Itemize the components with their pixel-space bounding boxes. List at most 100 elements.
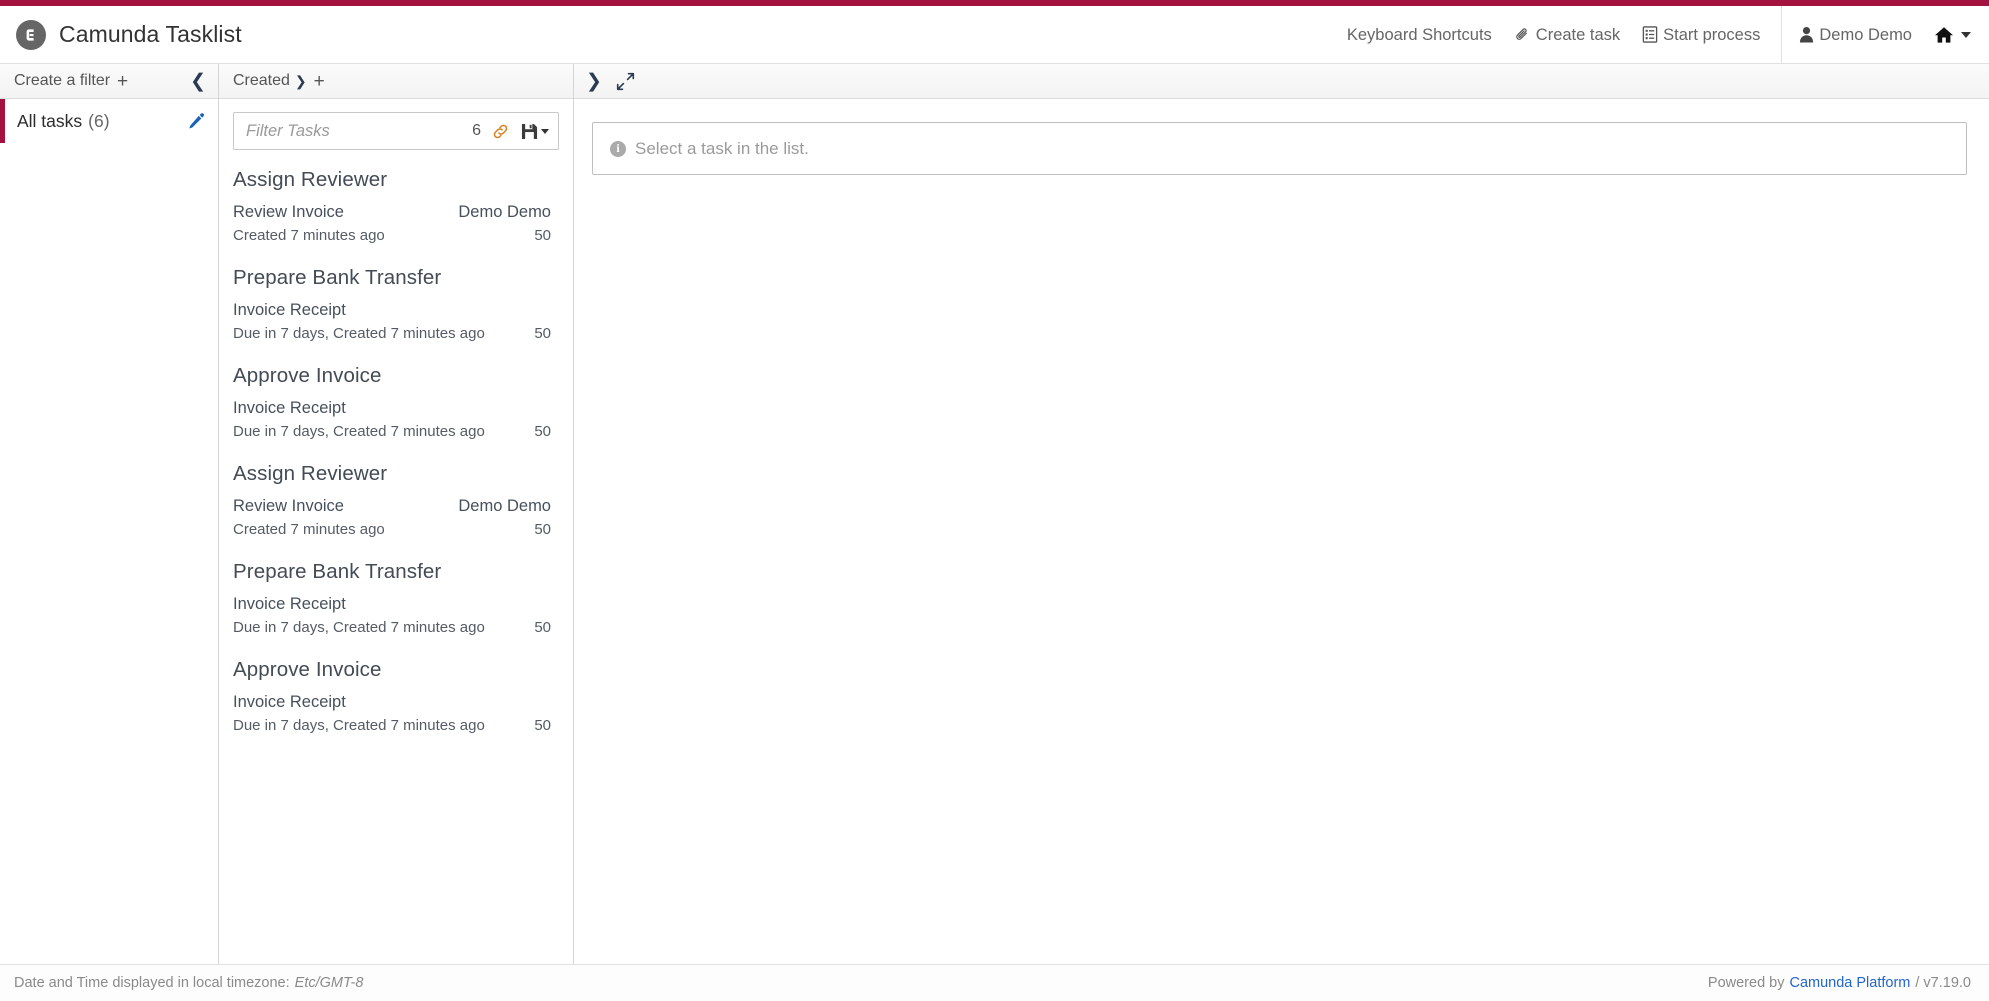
task-meta-row: Created 7 minutes ago 50 bbox=[233, 521, 551, 538]
search-input[interactable] bbox=[246, 122, 472, 141]
task-detail-panel: ❯ i Select a task in the list. bbox=[574, 64, 1989, 964]
filter-count: (6) bbox=[82, 111, 109, 132]
task-list-item[interactable]: Approve Invoice Invoice Receipt Due in 7 d… bbox=[219, 648, 573, 746]
nav-keyboard-shortcuts-label: Keyboard Shortcuts bbox=[1347, 7, 1492, 63]
sort-by-dropdown[interactable]: Created ❯ bbox=[233, 72, 307, 90]
task-list[interactable]: Assign Reviewer Review Invoice Demo Demo Cr… bbox=[219, 158, 573, 964]
task-priority: 50 bbox=[534, 619, 551, 636]
link-icon[interactable] bbox=[491, 122, 510, 141]
task-dates: Due in 7 days, Created 7 minutes ago bbox=[233, 325, 485, 342]
caret-down-icon bbox=[1961, 32, 1971, 38]
pencil-icon[interactable] bbox=[187, 112, 206, 131]
task-meta-row: Due in 7 days, Created 7 minutes ago 50 bbox=[233, 619, 551, 636]
app-header: Camunda Tasklist Keyboard Shortcuts Crea… bbox=[0, 6, 1989, 64]
create-filter-label: Create a filter bbox=[14, 72, 110, 90]
header-divider bbox=[1781, 6, 1782, 63]
save-filter-button[interactable] bbox=[521, 123, 549, 140]
expand-arrows-icon[interactable] bbox=[616, 72, 635, 91]
task-process-name: Invoice Receipt bbox=[233, 595, 346, 614]
task-search-box[interactable]: 6 bbox=[233, 112, 559, 150]
task-name: Assign Reviewer bbox=[233, 462, 551, 486]
sidebar-item-all-tasks[interactable]: All tasks (6) bbox=[0, 99, 218, 143]
detail-panel-header: ❯ bbox=[574, 64, 1989, 99]
paperclip-icon bbox=[1514, 26, 1531, 43]
user-icon bbox=[1799, 26, 1814, 43]
task-process-row: Invoice Receipt bbox=[233, 693, 551, 712]
footer-credits: Powered by Camunda Platform / v7.19.0 bbox=[1708, 975, 1971, 991]
task-name: Prepare Bank Transfer bbox=[233, 560, 551, 584]
app-footer: Date and Time displayed in local timezon… bbox=[0, 964, 1989, 1001]
task-process-name: Review Invoice bbox=[233, 203, 344, 222]
task-name: Approve Invoice bbox=[233, 658, 551, 682]
list-document-icon bbox=[1642, 26, 1658, 43]
home-icon bbox=[1934, 26, 1954, 44]
filters-panel: Create a filter + ❮ All tasks (6) bbox=[0, 64, 219, 964]
task-name: Prepare Bank Transfer bbox=[233, 266, 551, 290]
task-process-row: Invoice Receipt bbox=[233, 301, 551, 320]
chevron-right-icon[interactable]: ❯ bbox=[586, 72, 602, 91]
floppy-disk-icon bbox=[521, 123, 538, 140]
task-process-row: Review Invoice Demo Demo bbox=[233, 203, 551, 222]
timezone-value: Etc/GMT-8 bbox=[295, 975, 364, 991]
nav-keyboard-shortcuts[interactable]: Keyboard Shortcuts bbox=[1336, 6, 1503, 63]
chevron-left-icon[interactable]: ❮ bbox=[188, 72, 208, 91]
empty-state-message: Select a task in the list. bbox=[635, 139, 809, 159]
plus-icon[interactable]: + bbox=[117, 72, 128, 91]
task-process-row: Invoice Receipt bbox=[233, 595, 551, 614]
nav-start-process-label: Start process bbox=[1663, 7, 1760, 63]
task-priority: 50 bbox=[534, 423, 551, 440]
task-process-row: Invoice Receipt bbox=[233, 399, 551, 418]
task-process-row: Review InvoiceDemo Demo bbox=[233, 497, 551, 516]
empty-state-box: i Select a task in the list. bbox=[592, 122, 1967, 175]
add-sort-icon[interactable]: + bbox=[314, 72, 325, 91]
task-list-item[interactable]: Assign Reviewer Review Invoice Demo Demo Cr… bbox=[219, 158, 573, 256]
task-list-item[interactable]: Approve Invoice Invoice Receipt Due in 7 d… bbox=[219, 354, 573, 452]
page-title: Camunda Tasklist bbox=[59, 21, 242, 48]
task-priority: 50 bbox=[534, 521, 551, 538]
camunda-logo-icon bbox=[16, 20, 46, 50]
task-process-name: Review Invoice bbox=[233, 497, 344, 516]
task-process-name: Invoice Receipt bbox=[233, 399, 346, 418]
task-list-item[interactable]: Prepare Bank Transfer Invoice Receipt Due … bbox=[219, 550, 573, 648]
task-priority: 50 bbox=[534, 717, 551, 734]
task-dates: Created 7 minutes ago bbox=[233, 521, 385, 538]
nav-user-label: Demo Demo bbox=[1819, 7, 1912, 63]
header-nav: Keyboard Shortcuts Create task bbox=[1336, 6, 1971, 63]
task-list-item[interactable]: Prepare Bank Transfer Invoice Receipt Due … bbox=[219, 256, 573, 354]
search-result-count: 6 bbox=[472, 122, 481, 140]
task-name: Approve Invoice bbox=[233, 364, 551, 388]
chevron-down-icon: ❯ bbox=[295, 73, 307, 90]
timezone-label: Date and Time displayed in local timezon… bbox=[14, 975, 290, 991]
task-meta-row: Due in 7 days, Created 7 minutes ago50 bbox=[233, 717, 551, 734]
task-dates: Due in 7 days, Created 7 minutes ago bbox=[233, 619, 485, 636]
task-priority: 50 bbox=[534, 325, 551, 342]
camunda-platform-link[interactable]: Camunda Platform bbox=[1789, 975, 1910, 991]
task-meta-row: Created 7 minutes ago 50 bbox=[233, 227, 551, 244]
caret-down-icon bbox=[541, 129, 549, 134]
nav-create-task-label: Create task bbox=[1536, 7, 1620, 63]
task-meta-row: Due in 7 days, Created 7 minutes ago 50 bbox=[233, 423, 551, 440]
nav-start-process[interactable]: Start process bbox=[1631, 6, 1771, 63]
sort-by-label: Created bbox=[233, 72, 290, 90]
brand[interactable]: Camunda Tasklist bbox=[16, 20, 242, 50]
nav-create-task[interactable]: Create task bbox=[1503, 6, 1631, 63]
info-icon: i bbox=[610, 141, 626, 157]
task-dates: Due in 7 days, Created 7 minutes ago bbox=[233, 423, 485, 440]
nav-user-menu[interactable]: Demo Demo bbox=[1788, 6, 1923, 63]
task-process-name: Invoice Receipt bbox=[233, 693, 346, 712]
tasks-panel: Created ❯ + ❮ 6 bbox=[219, 64, 574, 964]
detail-body: i Select a task in the list. bbox=[574, 99, 1989, 175]
task-list-item[interactable]: Assign Reviewer Review InvoiceDemo Demo Cr… bbox=[219, 452, 573, 550]
main-layout: Create a filter + ❮ All tasks (6) Create… bbox=[0, 64, 1989, 964]
task-meta-row: Due in 7 days, Created 7 minutes ago 50 bbox=[233, 325, 551, 342]
powered-by-label: Powered by bbox=[1708, 975, 1785, 991]
task-dates: Created 7 minutes ago bbox=[233, 227, 385, 244]
task-assignee: Demo Demo bbox=[458, 203, 551, 222]
nav-home-menu[interactable] bbox=[1923, 6, 1971, 63]
filters-panel-header: Create a filter + ❮ bbox=[0, 64, 218, 99]
task-process-name: Invoice Receipt bbox=[233, 301, 346, 320]
filter-label: All tasks bbox=[5, 111, 82, 132]
task-name: Assign Reviewer bbox=[233, 168, 551, 192]
tasks-panel-header: Created ❯ + ❮ bbox=[219, 64, 573, 99]
task-priority: 50 bbox=[534, 227, 551, 244]
